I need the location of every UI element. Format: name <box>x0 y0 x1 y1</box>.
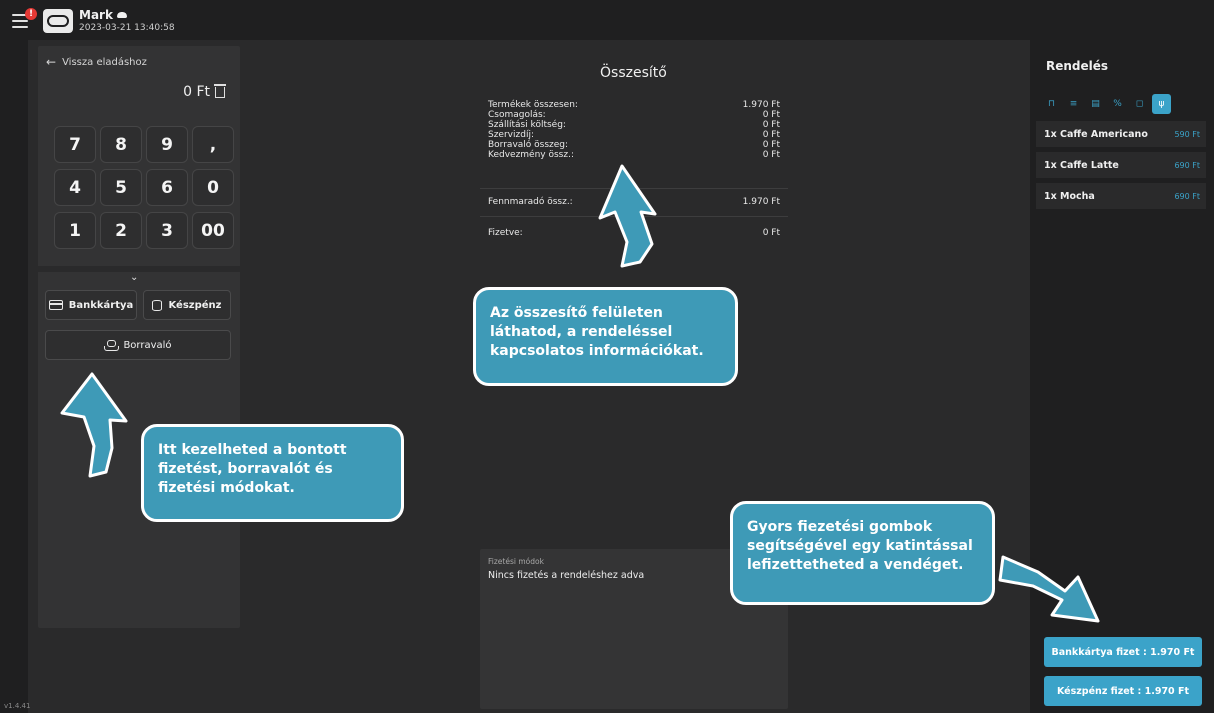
key-00[interactable]: 00 <box>192 212 234 249</box>
card-payment-label: Bankkártya <box>68 299 134 311</box>
cloud-icon <box>116 12 127 18</box>
dine-in-icon[interactable]: ψ <box>1152 94 1171 114</box>
trash-icon[interactable] <box>214 84 226 99</box>
summary-title: Összesítő <box>600 65 667 81</box>
key-2[interactable]: 2 <box>100 212 142 249</box>
table-icon[interactable]: ⊓ <box>1042 94 1061 114</box>
key-7[interactable]: 7 <box>54 126 96 163</box>
cash-payment-label: Készpénz <box>168 299 222 311</box>
key-3[interactable]: 3 <box>146 212 188 249</box>
order-item[interactable]: 1x Caffe Americano 590 Ft <box>1036 121 1206 147</box>
summary-row: Kedvezmény össz.: 0 Ft <box>488 150 780 160</box>
app-logo <box>43 9 73 33</box>
order-item[interactable]: 1x Mocha 690 Ft <box>1036 183 1206 209</box>
paid-row: Fizetve: 0 Ft <box>488 228 780 238</box>
receipt-icon[interactable]: ▤ <box>1086 94 1105 114</box>
payment-methods-label: Fizetési módok <box>488 557 544 566</box>
credit-card-icon <box>48 300 63 310</box>
notification-badge: ! <box>25 8 37 20</box>
summary-row: Borravaló összeg: 0 Ft <box>488 140 780 150</box>
chevron-down-icon[interactable]: ⌄ <box>130 272 138 283</box>
key-6[interactable]: 6 <box>146 169 188 206</box>
payment-methods-empty: Nincs fizetés a rendeléshez adva <box>488 570 645 581</box>
callout-quick-pay: Gyors fiezetési gombok segítségével egy … <box>730 501 995 605</box>
back-to-sale-link[interactable]: ← Vissza eladáshoz <box>46 55 147 69</box>
key-4[interactable]: 4 <box>54 169 96 206</box>
key-0[interactable]: 0 <box>192 169 234 206</box>
callout-summary: Az összesítő felületen láthatod, a rende… <box>473 287 738 386</box>
amount-display: 0 Ft <box>183 84 210 100</box>
key-9[interactable]: 9 <box>146 126 188 163</box>
tip-label: Borravaló <box>123 339 172 351</box>
left-strip: v1.4.41 <box>0 40 31 713</box>
key-comma[interactable]: , <box>192 126 234 163</box>
arrow-left-icon: ← <box>46 55 57 69</box>
summary-row: Csomagolás: 0 Ft <box>488 110 780 120</box>
discount-icon[interactable]: % <box>1108 94 1127 114</box>
key-1[interactable]: 1 <box>54 212 96 249</box>
summary-divider <box>480 188 788 189</box>
quick-cash-pay-button[interactable]: Készpénz fizet : 1.970 Ft <box>1044 676 1202 706</box>
callout-left: Itt kezelheted a bontott fizetést, borra… <box>141 424 404 522</box>
panel-divider <box>38 266 240 272</box>
key-5[interactable]: 5 <box>100 169 142 206</box>
key-8[interactable]: 8 <box>100 126 142 163</box>
order-toolbar: ⊓ ≡ ▤ % ◻ ψ <box>1042 94 1171 114</box>
summary-row: Szervizdíj: 0 Ft <box>488 130 780 140</box>
cash-payment-button[interactable]: Készpénz <box>143 290 231 320</box>
note-icon[interactable]: ≡ <box>1064 94 1083 114</box>
back-label: Vissza eladáshoz <box>62 56 147 68</box>
version-label: v1.4.41 <box>4 702 31 710</box>
quick-card-pay-button[interactable]: Bankkártya fizet : 1.970 Ft <box>1044 637 1202 667</box>
order-item[interactable]: 1x Caffe Latte 690 Ft <box>1036 152 1206 178</box>
top-bar: ! Mark 2023-03-21 13:40:58 <box>0 0 1214 40</box>
card-payment-button[interactable]: Bankkártya <box>45 290 137 320</box>
remaining-row: Fennmaradó össz.: 1.970 Ft <box>488 197 780 207</box>
cash-icon <box>152 299 163 311</box>
summary-row: Termékek összesen: 1.970 Ft <box>488 100 780 110</box>
datetime: 2023-03-21 13:40:58 <box>79 23 175 33</box>
summary-row: Szállítási költség: 0 Ft <box>488 120 780 130</box>
order-title: Rendelés <box>1046 59 1109 73</box>
summary-divider <box>480 216 788 217</box>
user-name: Mark <box>79 8 127 22</box>
tip-button[interactable]: Borravaló <box>45 330 231 360</box>
tip-icon <box>104 339 120 351</box>
pos-app: ! Mark 2023-03-21 13:40:58 v1.4.41 ← Vis… <box>0 0 1214 713</box>
bag-icon[interactable]: ◻ <box>1130 94 1149 114</box>
summary-box: Termékek összesen: 1.970 Ft Csomagolás: 0 … <box>480 90 788 250</box>
